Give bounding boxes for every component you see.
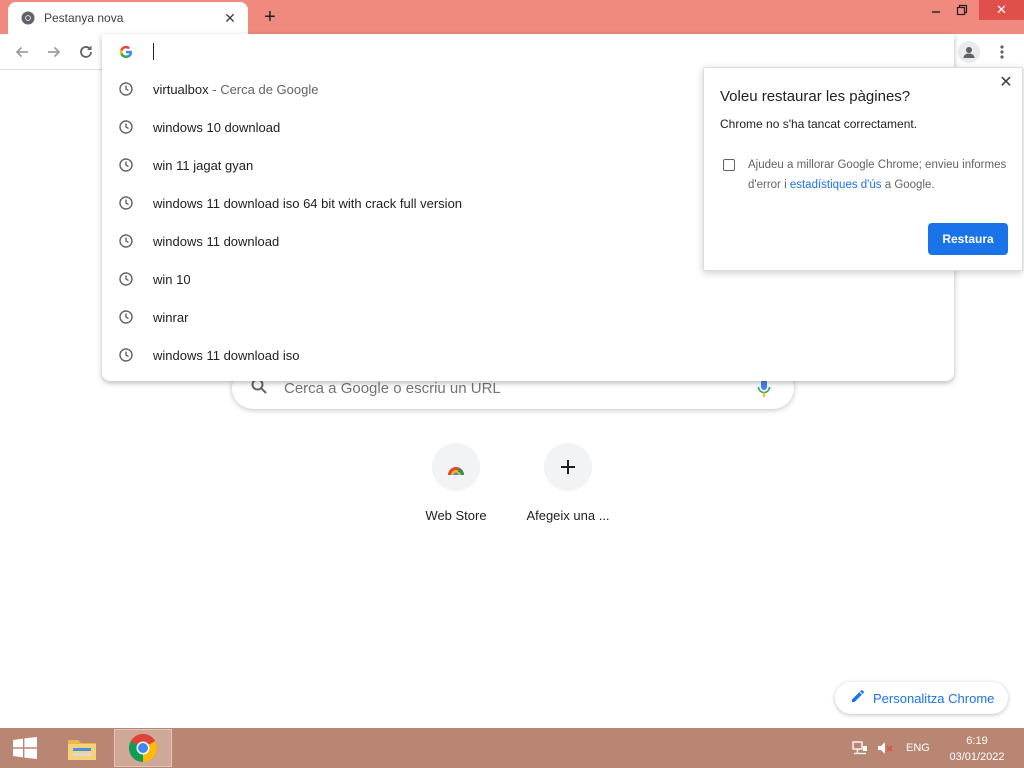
metrics-checkbox[interactable] <box>723 159 735 171</box>
clock-time: 6:19 <box>966 735 988 747</box>
profile-button[interactable] <box>957 40 981 64</box>
option-text-part-2: a Google. <box>881 179 935 191</box>
history-clock-icon <box>118 347 134 363</box>
dialog-message: Chrome no s'ha tancat correctament. <box>720 117 918 131</box>
history-clock-icon <box>118 119 134 135</box>
microphone-icon[interactable] <box>754 378 774 398</box>
suggestion-text: windows 11 download iso <box>153 347 300 363</box>
suggestion-text: win 11 jagat gyan <box>153 157 254 173</box>
file-explorer-icon[interactable] <box>58 728 106 768</box>
chrome-icon <box>20 10 36 26</box>
shortcut-label: Web Store <box>425 508 487 523</box>
history-clock-icon <box>118 271 134 287</box>
plus-icon <box>544 443 592 491</box>
forward-arrow-icon[interactable] <box>42 40 66 64</box>
chrome-taskbar-icon[interactable] <box>114 729 172 767</box>
usage-stats-link[interactable]: estadístiques d'ús <box>790 179 882 191</box>
close-icon[interactable]: ✕ <box>998 74 1014 91</box>
suggestion-text: windows 10 download <box>153 119 281 135</box>
history-clock-icon <box>118 195 134 211</box>
omnibox-input[interactable] <box>102 34 954 70</box>
suggestion-item[interactable]: winrar <box>102 298 954 336</box>
suggestion-suffix: - Cerca de Google <box>208 81 319 97</box>
suggestion-text: windows 11 download iso 64 bit with crac… <box>153 195 463 211</box>
new-tab-button[interactable]: + <box>258 5 282 29</box>
history-clock-icon <box>118 233 134 249</box>
history-clock-icon <box>118 157 134 173</box>
customize-label: Personalitza Chrome <box>873 690 995 706</box>
volume-muted-icon[interactable] <box>877 740 893 756</box>
tab-active[interactable]: Pestanya nova ✕ <box>8 2 248 34</box>
restore-button[interactable]: Restaura <box>928 223 1008 255</box>
suggestion-text: winrar <box>153 309 189 325</box>
avatar-icon <box>958 41 980 63</box>
suggestion-item[interactable]: windows 11 download iso <box>102 336 954 374</box>
window-close-icon[interactable]: ✕ <box>979 0 1024 20</box>
shortcut-web-store[interactable]: Web Store <box>400 443 512 533</box>
taskbar: ENG 6:19 03/01/2022 <box>0 728 1024 768</box>
reload-icon[interactable] <box>74 40 98 64</box>
shortcut-add[interactable]: Afegeix una ... <box>512 443 624 533</box>
webstore-icon <box>432 443 480 491</box>
suggestion-text: win 10 <box>153 271 191 287</box>
menu-dots-icon[interactable] <box>990 40 1014 64</box>
text-caret <box>153 43 154 60</box>
suggestion-text: virtualbox <box>153 81 209 97</box>
title-bar: Pestanya nova ✕ + ✕ <box>0 0 1024 34</box>
back-arrow-icon[interactable] <box>10 40 34 64</box>
network-icon[interactable] <box>852 740 868 756</box>
restore-window-icon[interactable] <box>945 0 979 20</box>
history-clock-icon <box>118 81 134 97</box>
history-clock-icon <box>118 309 134 325</box>
dialog-title: Voleu restaurar les pàgines? <box>720 88 911 105</box>
shortcut-label: Afegeix una ... <box>526 508 610 523</box>
google-g-icon <box>118 44 134 60</box>
tab-title: Pestanya nova <box>44 11 124 25</box>
customize-chrome-button[interactable]: Personalitza Chrome <box>835 682 1008 714</box>
suggestion-text: windows 11 download <box>153 233 280 249</box>
restore-pages-dialog: ✕ Voleu restaurar les pàgines? Chrome no… <box>703 67 1023 271</box>
clock-date: 03/01/2022 <box>949 751 1005 763</box>
metrics-option-text: Ajudeu a millorar Google Chrome; envieu … <box>748 155 1008 195</box>
tab-close-icon[interactable]: ✕ <box>222 10 238 26</box>
language-indicator[interactable]: ENG <box>906 742 930 754</box>
windows-start-icon[interactable] <box>0 728 50 768</box>
ntp-search-placeholder: Cerca a Google o escriu un URL <box>284 379 501 397</box>
pencil-icon <box>851 689 865 708</box>
clock[interactable]: 6:19 03/01/2022 <box>942 733 1012 765</box>
